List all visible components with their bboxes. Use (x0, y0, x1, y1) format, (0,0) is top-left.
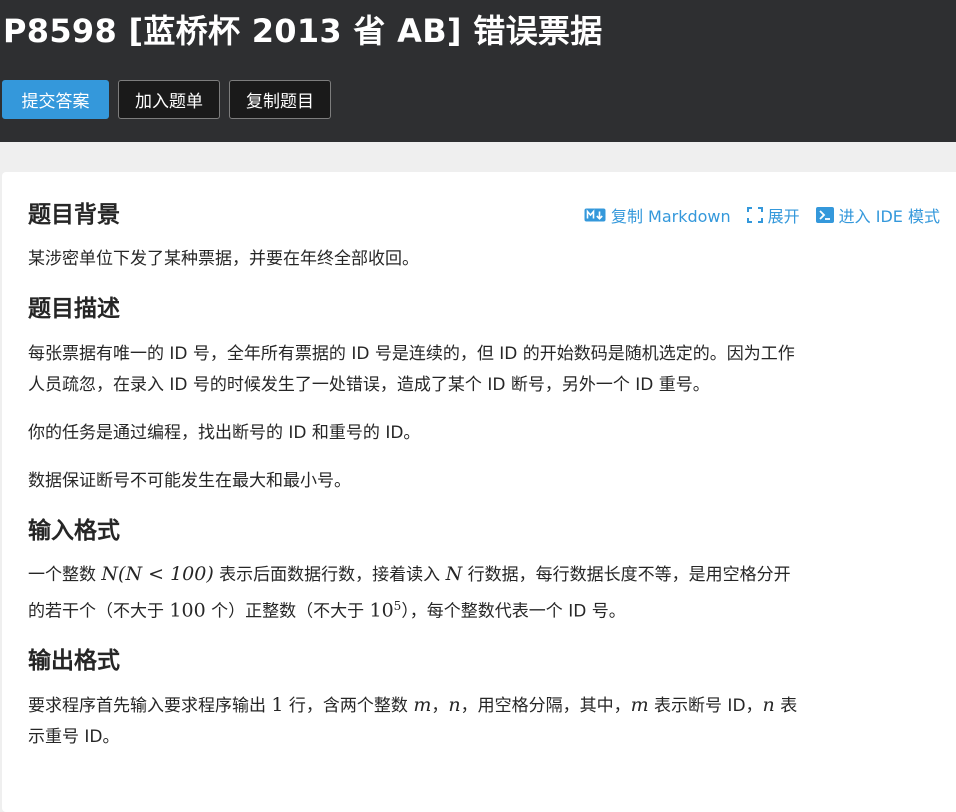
expand-label: 展开 (767, 207, 800, 226)
input-power-base: 10 (369, 599, 394, 622)
background-title: 题目背景 (28, 202, 120, 228)
description-p1: 每张票据有唯一的 ID 号，全年所有票据的 ID 号是连续的，但 ID 的开始数… (28, 339, 956, 401)
add-to-list-button[interactable]: 加入题单 (118, 80, 220, 119)
description-title: 题目描述 (28, 296, 120, 322)
input-math-n-range: N(N < 100) (101, 563, 214, 585)
output-l1-b: 行，含两个整数 (283, 695, 414, 716)
output-num-1: 1 (271, 693, 284, 716)
problem-header: P8598 [蓝桥杯 2013 省 AB] 错误票据 提交答案 加入题单 复制题… (0, 0, 956, 142)
copy-problem-button[interactable]: 复制题目 (229, 80, 331, 119)
output-math-n2: n (762, 693, 775, 716)
output-line2: 示重号 ID。 (28, 726, 120, 747)
copy-markdown-label: 复制 Markdown (610, 207, 731, 226)
ide-mode-label: 进入 IDE 模式 (838, 207, 940, 226)
toolbar: 复制 Markdown 展开 进入 IDE 模式 (584, 203, 956, 227)
input-l2-b: 个）正整数（不大于 (205, 601, 370, 622)
action-buttons: 提交答案 加入题单 复制题目 (2, 80, 331, 119)
output-math-n: n (448, 693, 461, 716)
problem-card: 题目背景 复制 Markdown 展开 进入 IDE 模式 某涉密单位下发了某种… (2, 172, 956, 812)
background-text: 某涉密单位下发了某种票据，并要在年终全部收回。 (28, 249, 419, 269)
problem-title: P8598 [蓝桥杯 2013 省 AB] 错误票据 (3, 12, 603, 50)
ide-mode-link[interactable]: 进入 IDE 模式 (815, 203, 940, 227)
output-l1-a: 要求程序首先输入要求程序输出 (28, 695, 272, 716)
description-p1-line1: 每张票据有唯一的 ID 号，全年所有票据的 ID 号是连续的，但 ID 的开始数… (28, 344, 795, 364)
input-title: 输入格式 (28, 518, 120, 544)
input-line1: 一个整数 N(N < 100) 表示后面数据行数，接着读入 N 行数据，每行数据… (28, 559, 956, 591)
output-l1-c: ， (431, 695, 449, 716)
output-math-m2: m (630, 693, 649, 716)
description-p2: 你的任务是通过编程，找出断号的 ID 和重号的 ID。 (28, 423, 421, 443)
output-l1-d: ，用空格分隔，其中， (460, 695, 631, 716)
copy-markdown-link[interactable]: 复制 Markdown (584, 203, 731, 227)
output-math-m: m (413, 693, 432, 716)
input-l2-c: ），每个整数代表一个 ID 号。 (401, 601, 626, 622)
terminal-icon (815, 207, 834, 223)
output-title: 输出格式 (28, 647, 120, 674)
expand-link[interactable]: 展开 (746, 203, 800, 227)
markdown-icon (584, 208, 606, 222)
input-l1-a: 一个整数 (28, 565, 102, 585)
output-l1-e: 表示断号 ID， (648, 695, 763, 716)
description-p3: 数据保证断号不可能发生在最大和最小号。 (28, 471, 351, 491)
input-l1-c: 行数据，每行数据长度不等，是用空格分开 (462, 565, 791, 585)
description-p1-line2: 人员疏忽，在录入 ID 号的时候发生了一处错误，造成了某个 ID 断号，另外一个… (28, 375, 710, 395)
input-num-100: 100 (169, 599, 206, 622)
input-math-n: N (445, 563, 463, 585)
input-l2-a: 的若干个（不大于 (28, 601, 170, 622)
output-l1-f: 表 (774, 695, 798, 716)
output-line1: 要求程序首先输入要求程序输出 1 行，含两个整数 m，n，用空格分隔，其中，m … (28, 690, 956, 722)
input-line2: 的若干个（不大于 100 个）正整数（不大于 105），每个整数代表一个 ID … (28, 591, 956, 628)
input-l1-b: 表示后面数据行数，接着读入 (213, 565, 446, 585)
expand-icon (746, 207, 763, 223)
submit-answer-button[interactable]: 提交答案 (2, 80, 109, 119)
background-header: 题目背景 复制 Markdown 展开 进入 IDE 模式 (28, 200, 956, 230)
